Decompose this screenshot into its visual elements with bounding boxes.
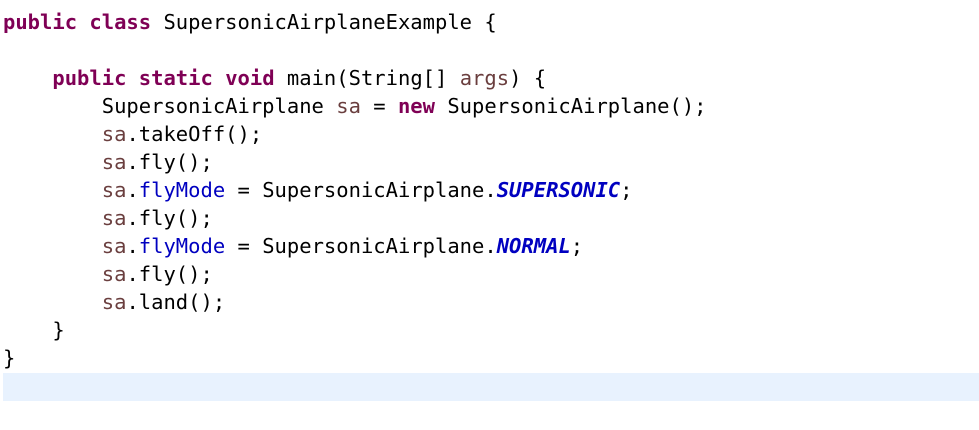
code-line-12[interactable]: } bbox=[3, 316, 65, 344]
code-token: sa bbox=[101, 122, 127, 146]
code-line-3[interactable]: public static void main(String[] args) { bbox=[3, 64, 546, 92]
code-token: } bbox=[3, 318, 65, 342]
code-token: .fly(); bbox=[126, 262, 213, 286]
code-token: SupersonicAirplane bbox=[3, 94, 337, 118]
code-token: . bbox=[126, 234, 139, 258]
code-line-10[interactable]: sa.fly(); bbox=[3, 260, 213, 288]
code-token: . bbox=[126, 178, 139, 202]
code-line-7[interactable]: sa.flyMode = SupersonicAirplane.SUPERSON… bbox=[3, 176, 633, 204]
code-line-1[interactable]: public class SupersonicAirplaneExample { bbox=[3, 8, 497, 36]
code-token: = SupersonicAirplane. bbox=[225, 234, 497, 258]
code-token: .fly(); bbox=[126, 206, 213, 230]
code-token: class bbox=[89, 10, 152, 34]
code-token: flyMode bbox=[138, 234, 226, 258]
code-token: NORMAL bbox=[496, 234, 571, 258]
code-token: ) { bbox=[509, 66, 547, 90]
code-token: sa bbox=[101, 262, 127, 286]
code-line-5[interactable]: sa.takeOff(); bbox=[3, 120, 262, 148]
code-token: void bbox=[225, 66, 275, 90]
code-line-11[interactable]: sa.land(); bbox=[3, 288, 225, 316]
code-token: } bbox=[3, 346, 16, 370]
code-token: ; bbox=[570, 234, 584, 258]
code-token: public bbox=[3, 10, 78, 34]
code-token: sa bbox=[101, 234, 127, 258]
code-token: main(String[] bbox=[274, 66, 460, 90]
code-token: args bbox=[459, 66, 510, 90]
code-token: sa bbox=[101, 206, 127, 230]
code-token: sa bbox=[101, 150, 127, 174]
code-token: = SupersonicAirplane. bbox=[225, 178, 497, 202]
code-token: = bbox=[360, 94, 398, 118]
code-token: .land(); bbox=[126, 290, 226, 314]
code-token: SupersonicAirplaneExample { bbox=[151, 10, 497, 34]
code-token: flyMode bbox=[138, 178, 226, 202]
code-token: .takeOff(); bbox=[126, 122, 263, 146]
code-token: static bbox=[138, 66, 213, 90]
code-token: sa bbox=[101, 178, 127, 202]
code-token: SupersonicAirplane(); bbox=[435, 94, 707, 118]
code-token: new bbox=[397, 94, 435, 118]
code-line-4[interactable]: SupersonicAirplane sa = new SupersonicAi… bbox=[3, 92, 707, 120]
code-editor[interactable]: public class SupersonicAirplaneExample {… bbox=[0, 0, 979, 430]
code-line-8[interactable]: sa.fly(); bbox=[3, 204, 213, 232]
code-token: SUPERSONIC bbox=[496, 178, 621, 202]
current-line-highlight bbox=[3, 373, 979, 401]
code-line-6[interactable]: sa.fly(); bbox=[3, 148, 213, 176]
code-line-9[interactable]: sa.flyMode = SupersonicAirplane.NORMAL; bbox=[3, 232, 583, 260]
code-token: sa bbox=[336, 94, 361, 118]
code-token: sa bbox=[101, 290, 127, 314]
code-token: .fly(); bbox=[126, 150, 213, 174]
code-token: ; bbox=[620, 178, 633, 202]
code-token: public bbox=[52, 66, 127, 90]
code-line-13[interactable]: } bbox=[3, 344, 15, 372]
